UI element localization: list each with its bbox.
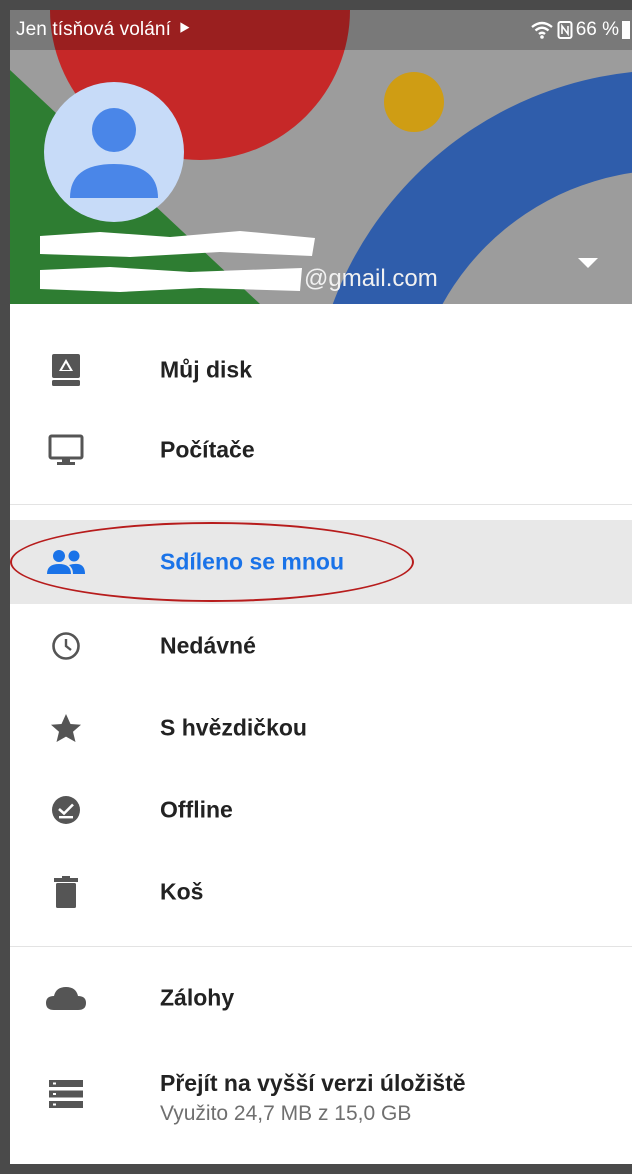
app-frame: Jen tísňová volání ⯈ 66 % @gmail.com Můj… <box>0 0 632 1174</box>
menu-item-label: Koš <box>160 878 204 905</box>
divider <box>10 504 632 505</box>
menu-item-label: Zálohy <box>160 984 235 1011</box>
menu-item-starred[interactable]: S hvězdičkou <box>10 686 632 770</box>
battery-icon <box>622 21 630 39</box>
computer-icon <box>46 430 86 470</box>
menu-item-trash[interactable]: Koš <box>10 850 632 934</box>
person-icon <box>70 108 158 198</box>
menu-item-label: Přejít na vyšší verzi úložiště <box>160 1070 466 1096</box>
menu-item-label: Nedávné <box>160 632 256 659</box>
clock-icon <box>46 626 86 666</box>
account-name-redacted <box>40 231 315 257</box>
menu-item-label: Offline <box>160 796 233 823</box>
menu-item-upgrade-storage[interactable]: Přejít na vyšší verzi úložiště Využito 2… <box>10 1046 632 1142</box>
menu-item-computers[interactable]: Počítače <box>10 408 632 492</box>
storage-icon <box>46 1074 86 1114</box>
status-right: 66 % <box>530 19 630 41</box>
menu-item-label: Počítače <box>160 436 255 463</box>
cloud-icon <box>46 978 86 1018</box>
offline-check-icon <box>46 790 86 830</box>
status-bar: Jen tísňová volání ⯈ 66 % <box>10 10 632 50</box>
menu-item-label: Můj disk <box>160 356 253 383</box>
star-icon <box>46 708 86 748</box>
menu-item-backups[interactable]: Zálohy <box>10 956 632 1040</box>
menu-item-recent[interactable]: Nedávné <box>10 604 632 688</box>
email-suffix: @gmail.com <box>304 265 438 292</box>
trash-icon <box>46 872 86 912</box>
divider <box>10 946 632 947</box>
battery-percent: 66 % <box>575 19 619 40</box>
people-icon <box>46 542 86 582</box>
drive-icon <box>46 350 86 390</box>
menu-item-label: Sdíleno se mnou <box>160 548 345 575</box>
account-email: @gmail.com <box>40 262 438 296</box>
menu-item-my-drive[interactable]: Můj disk <box>10 328 632 412</box>
account-header[interactable]: Jen tísňová volání ⯈ 66 % @gmail.com <box>10 10 632 304</box>
storage-usage: Využito 24,7 MB z 15,0 GB <box>160 1102 412 1125</box>
menu-item-label: S hvězdičkou <box>160 714 307 741</box>
nfc-icon <box>557 21 573 39</box>
carrier-text: Jen tísňová volání ⯈ <box>16 19 192 40</box>
wifi-icon <box>530 21 553 39</box>
avatar[interactable] <box>44 82 184 222</box>
menu-item-shared-with-me[interactable]: Sdíleno se mnou <box>10 520 632 604</box>
account-switch-icon[interactable] <box>578 258 598 268</box>
menu-item-offline[interactable]: Offline <box>10 768 632 852</box>
email-redacted <box>40 267 302 292</box>
